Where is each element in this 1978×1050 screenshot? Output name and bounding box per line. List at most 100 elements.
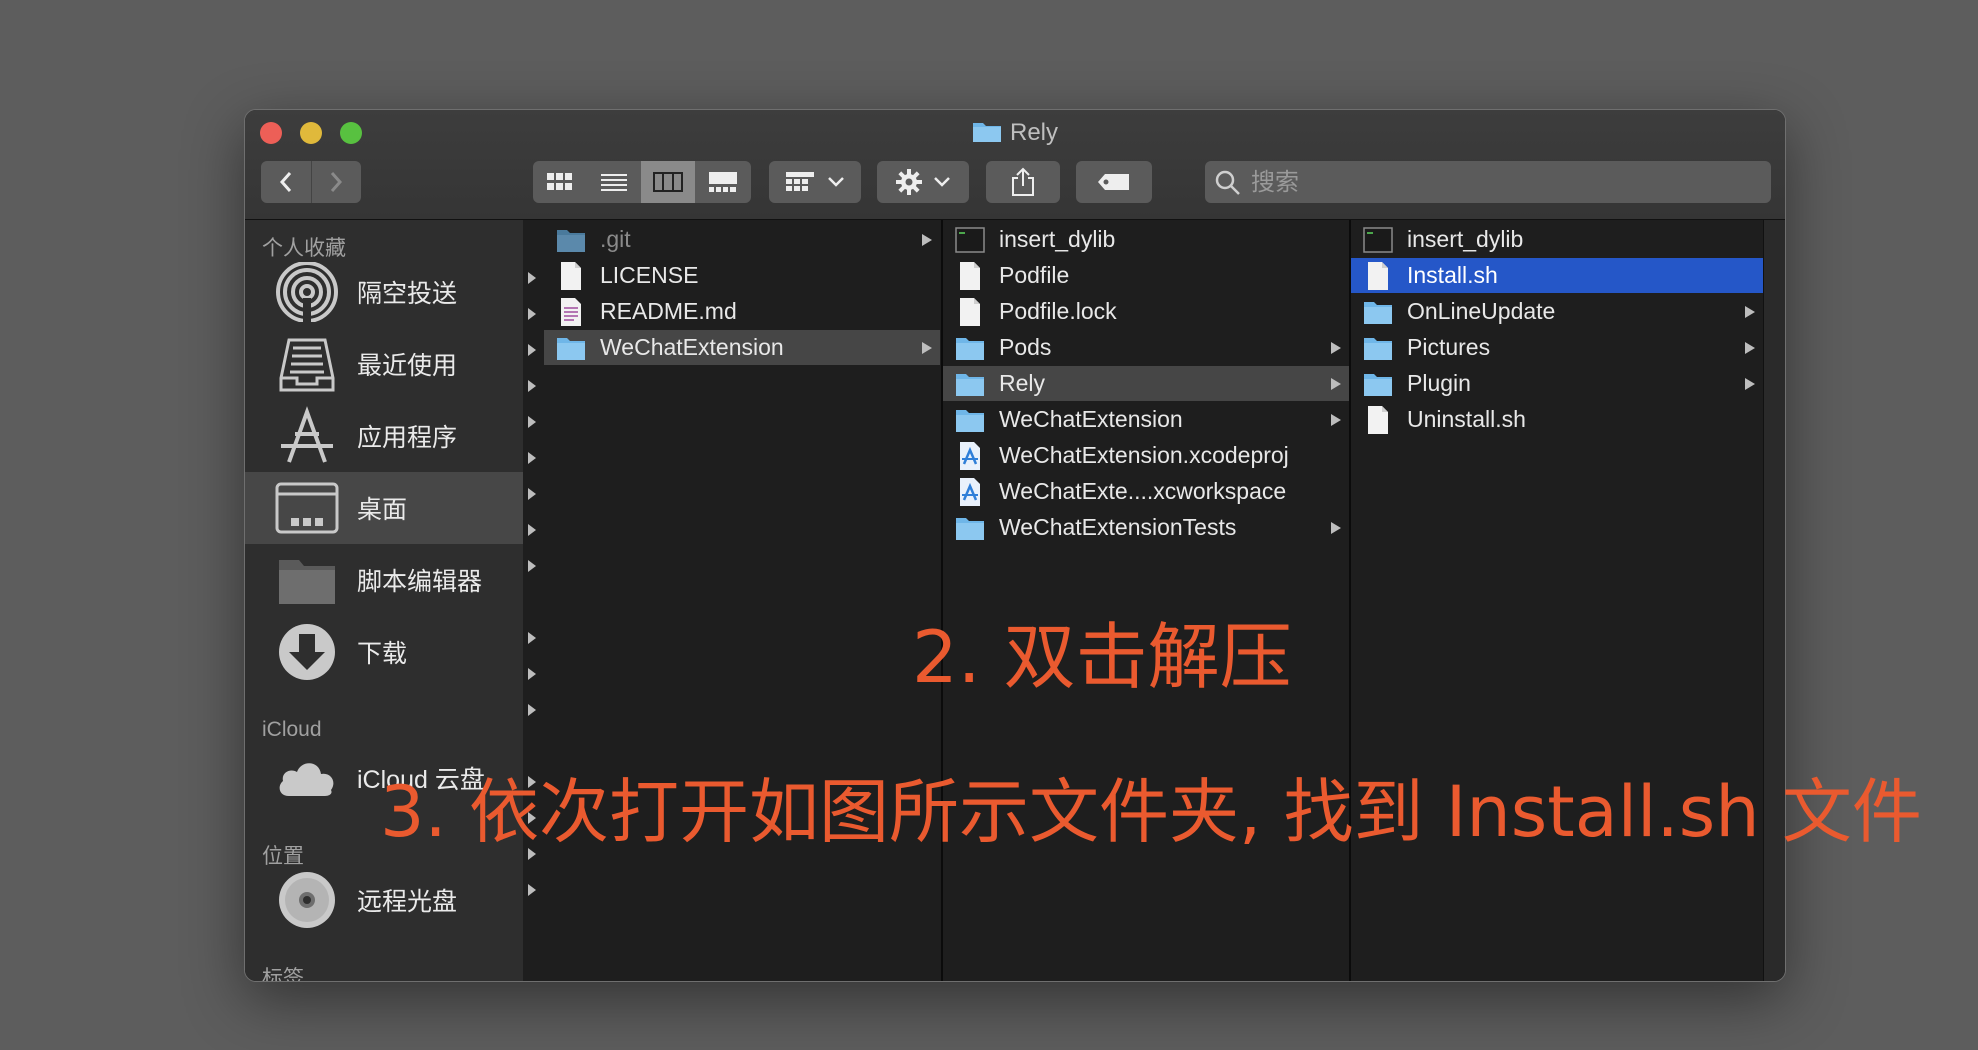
search-icon [1215,170,1240,195]
sidebar-label: 应用程序 [357,424,458,452]
chevron-right-icon [1331,342,1341,354]
group-button[interactable] [769,161,861,203]
action-button[interactable] [877,161,969,203]
xcode-workspace-icon [960,478,980,506]
back-button[interactable] [261,161,312,203]
annotation-step3: 3. 依次打开如图所示文件夹, 找到 Install.sh 文件 [380,771,1922,853]
view-switcher [533,161,751,203]
folder-icon [956,338,984,360]
gallery-view-button[interactable] [695,161,751,203]
tag-icon [1098,174,1129,190]
list-item[interactable]: OnLineUpdate [1351,294,1763,329]
item-label: Pictures [1407,334,1491,360]
sidebar-label: 隔空投送 [357,280,458,308]
list-item[interactable]: insert_dylib [1351,222,1763,257]
item-label: WeChatExtension [999,406,1183,432]
item-label: WeChatExtension [600,334,784,360]
sidebar: 个人收藏 隔空投送 最近使用 应用程序 桌面 脚本编辑器 下载 iCloud i… [245,220,523,981]
chevron-left-icon [279,172,291,192]
chevron-right-icon [1745,342,1755,354]
chevron-right-icon [331,172,343,192]
chevron-down-icon [934,177,950,187]
list-item[interactable]: Pods [943,330,1349,365]
item-label: LICENSE [600,262,699,288]
folder-icon [956,518,984,540]
folder-icon [557,338,585,360]
sidebar-item-recents[interactable]: 最近使用 [245,328,523,400]
sidebar-item-applications[interactable]: 应用程序 [245,400,523,472]
chevron-right-icon [528,272,536,896]
list-item[interactable]: Uninstall.sh [1351,402,1763,437]
list-item[interactable]: .git [544,222,940,257]
folder-icon [279,560,335,604]
recents-icon [279,338,335,392]
search-input[interactable] [1249,165,1753,201]
markdown-file-icon [561,298,581,326]
sidebar-label: 最近使用 [357,352,458,380]
gear-icon [896,169,922,195]
list-item[interactable]: Pictures [1351,330,1763,365]
script-file-icon [1368,262,1388,290]
airdrop-icon [276,262,338,322]
sidebar-item-script-editor[interactable]: 脚本编辑器 [245,544,523,616]
sidebar-item-desktop[interactable]: 桌面 [245,472,523,544]
item-label: Plugin [1407,370,1471,396]
list-view-button[interactable] [587,161,641,203]
list-item[interactable]: Rely [943,366,1349,401]
column-1: .git LICENSE README.md WeChatExtension [524,220,940,981]
list-item[interactable]: Install.sh [1351,258,1763,293]
chevron-right-icon [1745,306,1755,318]
chevron-right-icon [1745,378,1755,390]
item-label: .git [600,226,631,252]
list-item[interactable]: WeChatExtension [943,402,1349,437]
list-item[interactable]: LICENSE [544,258,940,293]
nav-buttons [261,161,361,203]
item-label: Podfile.lock [999,298,1117,324]
column-resize-gutter[interactable] [1763,220,1785,981]
cloud-icon [279,763,334,796]
list-item[interactable]: WeChatExtension.xcodeproj [943,438,1349,473]
icon-view-button[interactable] [533,161,587,203]
window-title-label: Rely [1009,119,1058,146]
columns-icon [653,172,683,192]
sidebar-item-downloads[interactable]: 下载 [245,616,523,688]
search-field [1205,161,1771,203]
xcode-project-icon [960,442,980,470]
sidebar-label: 下载 [357,640,408,668]
titlebar: Rely [245,110,1785,220]
column-view-button[interactable] [641,161,695,203]
disc-icon [279,872,335,928]
sidebar-item-airdrop[interactable]: 隔空投送 [245,256,523,328]
group-icon [786,172,814,191]
chevron-down-icon [828,177,844,187]
chevron-right-icon [922,342,932,354]
list-item[interactable]: insert_dylib [943,222,1349,257]
gallery-icon [709,172,737,192]
list-item[interactable]: Podfile [943,258,1349,293]
item-label: Podfile [999,262,1070,288]
applications-icon [281,406,333,463]
document-icon [960,298,980,326]
folder-icon [956,410,984,432]
download-icon [279,624,335,680]
executable-icon [955,227,985,253]
list-item[interactable]: Podfile.lock [943,294,1349,329]
chevron-right-icon [1331,522,1341,534]
list-item[interactable]: WeChatExtension [544,330,940,365]
list-item[interactable]: Plugin [1351,366,1763,401]
list-item[interactable]: README.md [544,294,940,329]
document-icon [561,262,581,290]
list-item[interactable]: WeChatExtensionTests [943,510,1349,545]
chevron-right-icon [1331,414,1341,426]
item-label: Install.sh [1407,262,1498,288]
item-label: Pods [999,334,1052,360]
tag-button[interactable] [1076,161,1152,203]
executable-icon [1363,227,1393,253]
forward-button[interactable] [312,161,362,203]
collapsed-arrows [524,220,544,981]
annotation-step2: 2. 双击解压 [912,615,1292,699]
share-button[interactable] [986,161,1060,203]
sidebar-item-remote-disc[interactable]: 远程光盘 [245,864,523,936]
list-item[interactable]: WeChatExte....xcworkspace [943,474,1349,509]
sidebar-label: 桌面 [357,496,408,524]
